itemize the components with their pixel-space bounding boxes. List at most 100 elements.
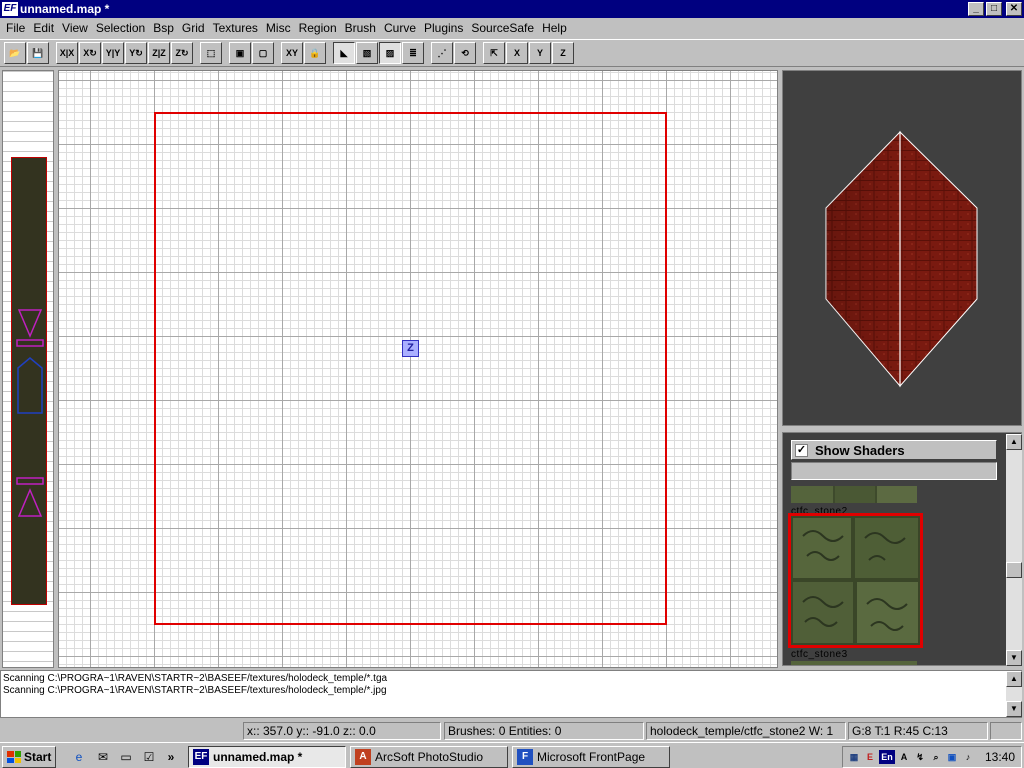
outlook-icon[interactable]: ✉ [94,748,112,766]
windows-logo-icon [7,751,21,763]
title-bar: EF unnamed.map * _ □ ✕ [0,0,1024,18]
taskbar: Start e ✉ ▭ ☑ » EF unnamed.map * A ArcSoft … [0,742,1024,768]
entity-list-icon: ≣ [409,47,417,58]
rotate-x-button[interactable]: X↻ [79,42,101,64]
task-app-icon: EF [193,749,209,765]
texture-name-below: ctfc_stone3 [791,649,848,660]
texture-lock-icon: 🔒 [309,47,321,58]
cubic-clip-button[interactable]: ▧ [356,42,378,64]
console-scroll-up-icon[interactable]: ▲ [1006,671,1022,687]
open-button[interactable]: 📂 [4,42,26,64]
rotate-y-icon: Y↻ [129,47,143,58]
taskbar-button-arcsoft-photostudio[interactable]: A ArcSoft PhotoStudio [350,746,508,768]
axis-y-button[interactable]: Y [529,42,551,64]
menu-curve[interactable]: Curve [380,19,420,37]
z-view[interactable] [2,70,54,668]
camera-preview-button[interactable]: ▨ [379,42,401,64]
entity-list-button[interactable]: ≣ [402,42,424,64]
taskbar-button-unnamed-map[interactable]: EF unnamed.map * [188,746,346,768]
scale-button[interactable]: ⇱ [483,42,505,64]
magnifier-icon[interactable]: ⌕ [929,750,943,764]
flip-x-button[interactable]: X|X [56,42,78,64]
ef-tray-icon[interactable]: E [863,750,877,764]
display-icon[interactable]: ▣ [945,750,959,764]
texture-filter-input[interactable] [791,462,997,480]
ie-icon[interactable]: e [70,748,88,766]
texture-browser[interactable]: ✓ Show Shaders ctfc_stone2 ctfc_stone3 [782,432,1022,666]
select-complete-tall-icon: ⬚ [206,47,216,58]
select-inside-button[interactable]: ▢ [252,42,274,64]
maximize-button[interactable]: □ [986,2,1002,16]
language-indicator[interactable]: En [879,750,895,764]
axis-z-button[interactable]: Z [552,42,574,64]
status-grid: G:8 T:1 R:45 C:13 [848,722,988,740]
minimize-button[interactable]: _ [968,2,984,16]
select-touching-button[interactable]: ▣ [229,42,251,64]
flip-y-icon: Y|Y [105,47,121,58]
xy-grid-view[interactable]: Z [58,70,778,668]
clipper-button[interactable]: ◣ [333,42,355,64]
save-icon: 💾 [32,47,44,58]
rotate-z-button[interactable]: Z↻ [171,42,193,64]
z-origin-marker[interactable]: Z [402,340,419,357]
texture-scrollbar[interactable]: ▲ ▼ [1006,434,1022,666]
system-tray: ▦ E En A ↯ ⌕ ▣ ♪ 13:40 [842,746,1022,768]
texture-swatch-above [791,486,917,503]
scroll-up-arrow-icon[interactable]: ▲ [1006,434,1022,450]
texture-lock-button[interactable]: 🔒 [304,42,326,64]
show-shaders-checkbox[interactable]: ✓ [795,443,808,457]
menu-sourcesafe[interactable]: SourceSafe [467,19,538,37]
change-view-button[interactable]: XY [281,42,303,64]
close-button[interactable]: ✕ [1006,2,1022,16]
save-button[interactable]: 💾 [27,42,49,64]
rotate-brush-icon: ⟲ [461,47,469,58]
texture-thumb-selected[interactable] [788,513,923,648]
app-icon: EF [2,2,18,16]
menu-edit[interactable]: Edit [29,19,58,37]
axis-y-icon: Y [536,47,543,58]
vertex-edit-button[interactable]: ⋰ [431,42,453,64]
rotate-brush-button[interactable]: ⟲ [454,42,476,64]
network-icon[interactable]: ▦ [847,750,861,764]
show-shaders-label: Show Shaders [815,442,905,458]
menu-selection[interactable]: Selection [92,19,149,37]
volume-icon[interactable]: ♪ [961,750,975,764]
select-complete-tall-button[interactable]: ⬚ [200,42,222,64]
menu-bsp[interactable]: Bsp [149,19,178,37]
flip-z-button[interactable]: Z|Z [148,42,170,64]
flip-y-button[interactable]: Y|Y [102,42,124,64]
camera-brush-render [825,130,978,388]
menu-view[interactable]: View [58,19,92,37]
selected-brush-outline[interactable] [154,112,667,625]
rotate-y-button[interactable]: Y↻ [125,42,147,64]
menu-plugins[interactable]: Plugins [420,19,467,37]
quicklaunch-more-icon[interactable]: » [162,748,180,766]
show-desktop-icon[interactable]: ▭ [117,748,135,766]
start-button[interactable]: Start [2,746,56,768]
camera-view[interactable] [782,70,1022,426]
menu-region[interactable]: Region [295,19,341,37]
task-label: Microsoft FrontPage [537,750,646,764]
show-shaders-toggle[interactable]: ✓ Show Shaders [791,440,997,460]
task-scheduler-icon[interactable]: ↯ [913,750,927,764]
console-scrollbar[interactable]: ▲ ▼ [1006,671,1022,717]
menu-textures[interactable]: Textures [209,19,262,37]
console-scroll-down-icon[interactable]: ▼ [1006,701,1022,717]
scroll-down-arrow-icon[interactable]: ▼ [1006,650,1022,666]
menu-grid[interactable]: Grid [178,19,209,37]
taskbar-button-microsoft-frontpage[interactable]: F Microsoft FrontPage [512,746,670,768]
texture-thumb-above[interactable] [791,486,917,503]
task-app-icon: A [355,749,371,765]
scroll-thumb[interactable] [1006,562,1022,578]
axis-x-button[interactable]: X [506,42,528,64]
menu-brush[interactable]: Brush [341,19,380,37]
task-label: unnamed.map * [213,750,303,764]
menu-file[interactable]: File [2,19,29,37]
font-icon[interactable]: A [897,750,911,764]
menu-help[interactable]: Help [538,19,571,37]
console-output: Scanning C:\PROGRA~1\RAVEN\STARTR~2\BASE… [0,670,1022,718]
vertex-edit-icon: ⋰ [437,47,447,58]
channels-icon[interactable]: ☑ [140,748,158,766]
menu-misc[interactable]: Misc [262,19,295,37]
texture-thumb-below[interactable] [791,661,917,665]
